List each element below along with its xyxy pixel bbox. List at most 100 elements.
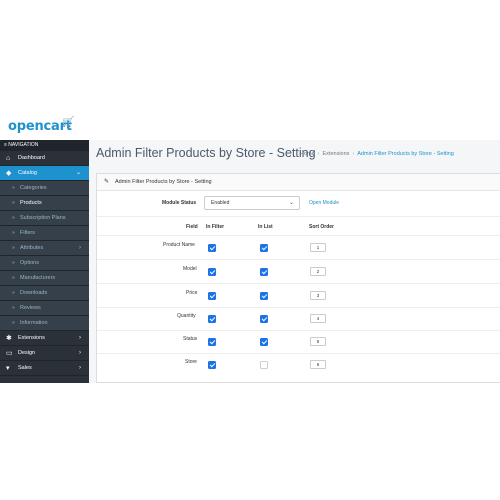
chevron-right-icon: › [79, 245, 81, 251]
sidebar-item-label: Extensions [18, 335, 45, 341]
chevron-down-icon: ⌄ [75, 170, 81, 176]
pencil-icon: ✎ [104, 179, 110, 185]
double-chevron-icon: » [12, 290, 15, 296]
row-field-label: Model [183, 266, 197, 272]
in-filter-checkbox[interactable] [208, 338, 216, 346]
breadcrumb-current[interactable]: Admin Filter Products by Store - Setting [357, 151, 454, 157]
logo-cart-icon: 🛒 [62, 117, 75, 128]
sidebar-subitem-information[interactable]: » Information [0, 316, 89, 331]
in-list-checkbox[interactable] [260, 268, 268, 276]
chevron-right-icon: › [79, 335, 81, 341]
breadcrumb-home[interactable]: Home [300, 151, 315, 157]
puzzle-icon: ✱ [6, 335, 12, 342]
divider [97, 283, 500, 284]
nav-header: ≡ NAVIGATION [0, 140, 89, 151]
module-status-label: Module Status [162, 200, 197, 206]
panel-heading-text: Admin Filter Products by Store - Setting [115, 179, 212, 185]
double-chevron-icon: » [12, 200, 15, 206]
column-header-sort-order: Sort Order [309, 224, 335, 230]
sidebar-subitem-categories[interactable]: » Categories [0, 181, 89, 196]
cart-icon: ▾ [6, 365, 10, 372]
tag-icon: ◆ [6, 170, 12, 177]
divider [97, 259, 500, 260]
in-filter-checkbox[interactable] [208, 244, 216, 252]
sort-order-input[interactable]: 5 [310, 337, 326, 346]
sidebar-subitem-downloads[interactable]: » Downloads [0, 286, 89, 301]
sidebar-item-label: Manufacturers [20, 275, 56, 281]
sidebar-item-label: Categories [20, 185, 47, 191]
sidebar-item-design[interactable]: ▭ Design › [0, 346, 89, 361]
sidebar-subitem-products[interactable]: » Products [0, 196, 89, 211]
column-header-field: Field [186, 224, 198, 230]
divider [97, 216, 500, 217]
in-list-checkbox[interactable] [260, 315, 268, 323]
module-status-value: Enabled [211, 200, 230, 206]
sidebar-subitem-subscription-plans[interactable]: » Subscription Plans [0, 211, 89, 226]
open-module-link[interactable]: Open Module [309, 200, 339, 206]
in-list-checkbox[interactable] [260, 338, 268, 346]
top-header [0, 110, 500, 140]
sidebar-subitem-options[interactable]: » Options [0, 256, 89, 271]
monitor-icon: ▭ [6, 350, 13, 357]
sidebar-item-label: Sales [18, 365, 32, 371]
sidebar-subitem-manufacturers[interactable]: » Manufacturers [0, 271, 89, 286]
chevron-right-icon: › [79, 365, 81, 371]
divider [97, 307, 500, 308]
double-chevron-icon: » [12, 230, 15, 236]
sidebar-item-label: Products [20, 200, 42, 206]
row-field-label: Store [185, 359, 197, 365]
sidebar-item-label: Information [20, 320, 48, 326]
sort-order-input[interactable]: 4 [310, 314, 326, 323]
breadcrumb-extensions[interactable]: Extensions [323, 151, 350, 157]
module-status-select[interactable]: Enabled ⌄ [204, 196, 300, 210]
in-filter-checkbox[interactable] [208, 315, 216, 323]
breadcrumb-separator: › [317, 151, 320, 157]
sort-order-input[interactable]: 6 [310, 360, 326, 369]
divider [97, 235, 500, 236]
double-chevron-icon: » [12, 185, 15, 191]
breadcrumb-separator: › [352, 151, 355, 157]
page-title: Admin Filter Products by Store - Setting [96, 146, 316, 160]
sort-order-input[interactable]: 2 [310, 267, 326, 276]
row-field-label: Status [183, 336, 198, 342]
double-chevron-icon: » [12, 305, 15, 311]
sidebar-item-label: Downloads [20, 290, 48, 296]
in-list-checkbox[interactable] [260, 244, 268, 252]
column-header-in-list: In List [258, 224, 273, 230]
sidebar-item-label: Catalog [18, 170, 37, 176]
double-chevron-icon: » [12, 215, 15, 221]
sidebar-item-label: Attributes [20, 245, 44, 251]
double-chevron-icon: » [12, 275, 15, 281]
double-chevron-icon: » [12, 260, 15, 266]
sidebar-subitem-filters[interactable]: » Filters [0, 226, 89, 241]
sidebar-item-sales[interactable]: ▾ Sales › [0, 361, 89, 376]
row-field-label: Quantity [177, 313, 196, 319]
sidebar-item-label: Reviews [20, 305, 41, 311]
sidebar-subitem-reviews[interactable]: » Reviews [0, 301, 89, 316]
sidebar-item-label: Subscription Plans [20, 215, 66, 221]
sidebar-item-dashboard[interactable]: ⌂ Dashboard [0, 151, 89, 166]
sidebar-item-extensions[interactable]: ✱ Extensions › [0, 331, 89, 346]
in-filter-checkbox[interactable] [208, 268, 216, 276]
sidebar-item-label: Design [18, 350, 36, 356]
divider [97, 330, 500, 331]
chevron-down-icon: ⌄ [288, 200, 294, 206]
sidebar-item-label: Dashboard [18, 155, 45, 161]
sidebar-item-label: Options [20, 260, 39, 266]
sidebar-subitem-attributes[interactable]: » Attributes › [0, 241, 89, 256]
sort-order-input[interactable]: 1 [310, 243, 326, 252]
in-filter-checkbox[interactable] [208, 361, 216, 369]
breadcrumb: Home › Extensions › Admin Filter Products by… [300, 151, 454, 157]
panel-heading: ✎ Admin Filter Products by Store - Settin… [97, 174, 500, 191]
row-field-label: Product Name [163, 242, 195, 248]
sidebar-item-label: Filters [20, 230, 35, 236]
column-header-in-filter: In Filter [206, 224, 225, 230]
double-chevron-icon: » [12, 245, 15, 251]
in-list-checkbox[interactable] [260, 361, 268, 369]
row-field-label: Price [186, 290, 198, 296]
in-list-checkbox[interactable] [260, 292, 268, 300]
sort-order-input[interactable]: 3 [310, 291, 326, 300]
divider [97, 353, 500, 354]
sidebar-item-catalog[interactable]: ◆ Catalog ⌄ [0, 166, 89, 181]
in-filter-checkbox[interactable] [208, 292, 216, 300]
